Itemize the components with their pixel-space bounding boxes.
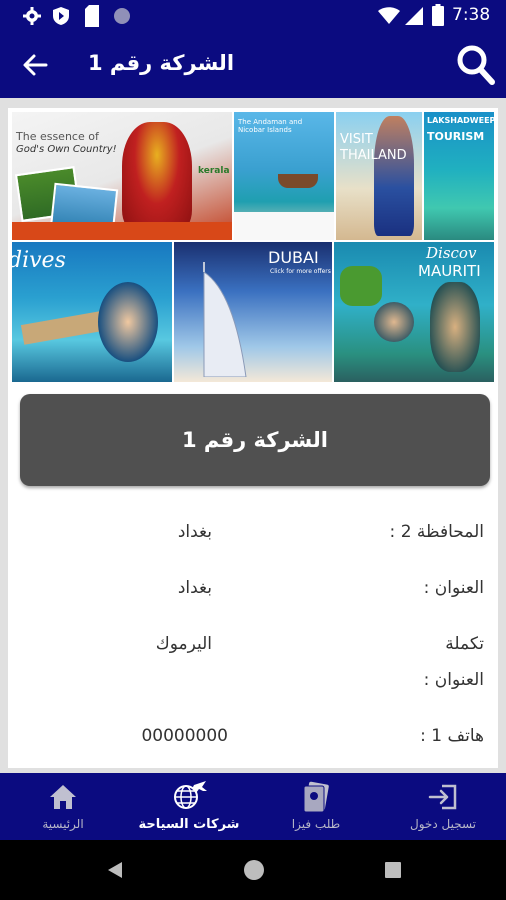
nav-visa-request[interactable]: طلب فيزا [253,773,379,840]
dubai-text: DUBAI [268,248,319,267]
mauritius-tile: Discov MAURITI [334,242,494,382]
sim-card-icon [85,5,99,27]
thailand-text-1: VISIT [340,132,373,147]
label-governorate: المحافظة 2 : [389,522,484,542]
andaman-text: The Andaman and Nicobar Islands [238,118,303,134]
label-address-extra-line2: العنوان : [423,670,484,690]
wifi-icon [378,7,400,24]
status-bar: 7:38 [0,0,506,32]
company-card: The essence of God's Own Country! kerala… [8,108,498,768]
company-name: الشركة رقم 1 [181,428,329,452]
nav-tourism-companies[interactable]: شركات السياحة [126,773,252,840]
search-icon[interactable] [456,44,496,86]
nav-home[interactable]: الرئيسية [0,773,126,840]
maldives-tile: dives [12,242,172,382]
value-governorate: بغداد [177,522,212,542]
maldives-text: dives [12,248,66,273]
content-area: The essence of God's Own Country! kerala… [0,98,506,773]
home-circle-icon[interactable] [242,858,266,882]
system-navigation-bar [0,840,506,900]
home-icon [50,785,76,809]
nav-home-label: الرئيسية [42,817,84,831]
lakshadweep-text-1: LAKSHADWEEP [427,116,494,125]
label-address-extra-line1: تكملة [445,634,484,654]
nav-login-label: تسجيل دخول [410,817,476,831]
battery-icon [432,4,444,26]
recents-square-icon[interactable] [384,861,402,879]
globe-plane-icon [174,781,207,809]
settings-icon [23,7,41,25]
visa-card-icon [303,781,329,813]
nav-visa-request-label: طلب فيزا [291,817,341,831]
value-address-extra: اليرموك [155,634,212,654]
back-arrow-icon[interactable] [22,53,48,77]
mauritius-text-2: MAURITI [418,262,481,280]
bottom-navigation: الرئيسية شركات السياحة طلب فيزا تسجيل دخ… [0,773,506,840]
app-bar: الشركة رقم 1 [0,32,506,98]
shield-play-icon [53,7,69,25]
login-icon [428,784,457,810]
thailand-text-2: THAILAND [340,148,407,163]
value-phone: 00000000 [141,726,228,746]
status-time: 7:38 [452,5,491,25]
banner-image: The essence of God's Own Country! kerala… [12,112,494,382]
andaman-tile: The Andaman and Nicobar Islands [234,112,334,240]
page-title: الشركة رقم 1 [88,51,235,75]
kerala-logo: kerala [198,166,230,176]
nav-tourism-companies-label: شركات السياحة [138,817,240,832]
label-address: العنوان : [423,578,484,598]
label-phone: هاتف 1 : [420,726,484,746]
value-address: بغداد [177,578,212,598]
mauritius-text-1: Discov [426,244,477,262]
nav-login[interactable]: تسجيل دخول [380,773,506,840]
dubai-tile: DUBAI Click for more offers [174,242,332,382]
kerala-text-2: God's Own Country! [16,144,117,155]
thailand-tile: VISIT THAILAND [336,112,422,240]
kerala-tile: The essence of God's Own Country! kerala [12,112,232,240]
signal-icon [405,7,423,25]
lakshadweep-text-2: TOURISM [427,130,485,143]
lakshadweep-tile: LAKSHADWEEP TOURISM [424,112,494,240]
burj-al-arab-icon [203,262,247,377]
dubai-subtext: Click for more offers [270,268,331,275]
company-name-box: الشركة رقم 1 [20,394,490,486]
circle-icon [114,8,130,24]
back-triangle-icon[interactable] [106,860,124,880]
kerala-text-1: The essence of [16,130,99,143]
